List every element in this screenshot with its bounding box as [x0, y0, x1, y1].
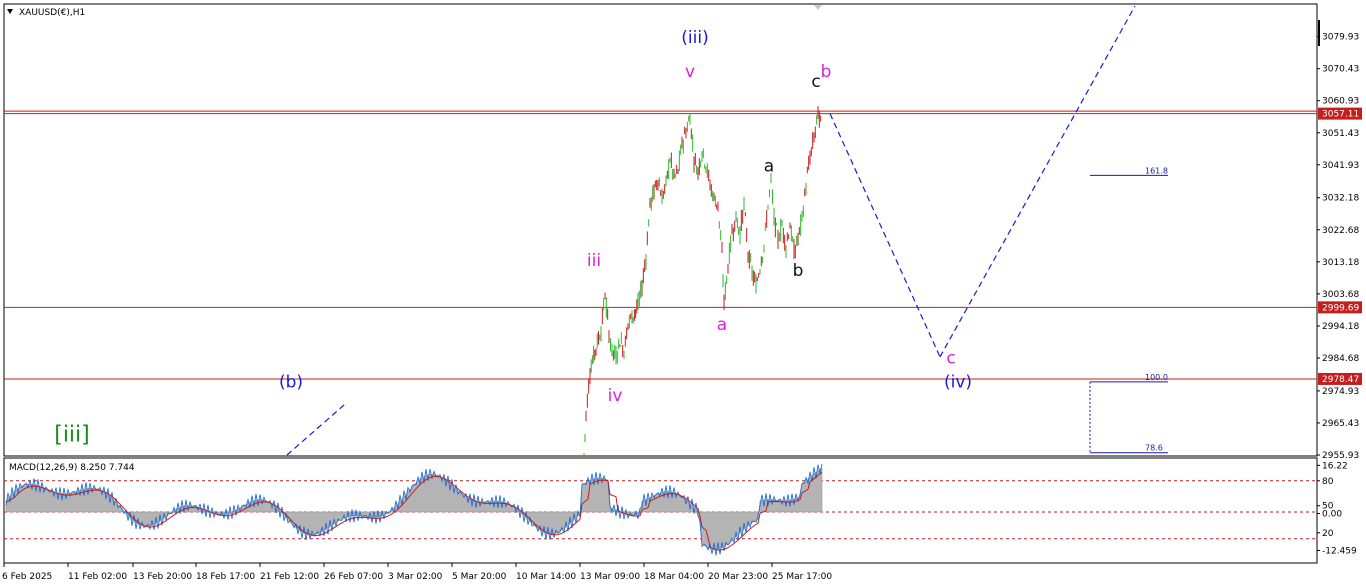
price-level-label: 2978.47	[1322, 375, 1359, 385]
fib-level-label: 161.8	[1145, 166, 1168, 175]
wave-label: (iii)	[681, 28, 708, 48]
price-level-label: 3057.11	[1322, 110, 1359, 120]
time-tick-label: 5 Mar 20:00	[452, 572, 507, 582]
wave-label: c	[946, 349, 955, 369]
wave-label: iii	[587, 251, 601, 271]
macd-tick-label: 20	[1322, 529, 1334, 539]
time-tick-label: 13 Mar 09:00	[580, 572, 640, 582]
macd-tick-label: 16.22	[1322, 461, 1348, 471]
price-tick-label: 3070.43	[1322, 65, 1359, 75]
time-tick-label: 26 Feb 07:00	[324, 572, 383, 582]
time-tick-label: 21 Feb 12:00	[260, 572, 319, 582]
wave-label: c	[811, 72, 820, 92]
price-tick-label: 3079.93	[1322, 33, 1359, 43]
time-tick-label: 10 Mar 14:00	[516, 572, 576, 582]
fib-level-label: 78.6	[1145, 444, 1163, 453]
time-tick-label: 18 Feb 17:00	[196, 572, 255, 582]
price-tick-label: 2955.93	[1322, 451, 1359, 461]
wave-label: iv	[608, 386, 623, 406]
chart-canvas[interactable]: 3057.11 2999.69 2978.47 161.8 100.0 78.6 (ii…	[0, 0, 1366, 588]
macd-tick-label: -12.459	[1322, 546, 1357, 556]
symbol-title: XAUUSD(€),H1	[19, 8, 85, 18]
time-tick-label: 11 Feb 02:00	[68, 572, 127, 582]
time-tick-label: 20 Mar 23:00	[708, 572, 768, 582]
wave-label: b	[793, 261, 804, 281]
price-tick-label: 3013.18	[1322, 258, 1359, 268]
wave-label: v	[685, 62, 695, 82]
price-tick-label: 3003.68	[1322, 290, 1359, 300]
wave-label: (iv)	[944, 372, 972, 392]
price-tick-label: 2994.18	[1322, 322, 1359, 332]
price-tick-label: 2984.68	[1322, 354, 1359, 364]
time-tick-label: 25 Mar 17:00	[772, 572, 832, 582]
price-tick-label: 3032.18	[1322, 194, 1359, 204]
wave-label: a	[717, 315, 727, 335]
wave-label: a	[764, 156, 774, 176]
wave-label: b	[821, 62, 832, 82]
time-tick-label: 3 Mar 02:00	[388, 572, 443, 582]
macd-tick-label: 80	[1322, 477, 1334, 487]
price-level-label: 2999.69	[1322, 303, 1359, 313]
price-tick-label: 3060.93	[1322, 97, 1359, 107]
time-tick-label: 13 Feb 20:00	[133, 572, 192, 582]
scale-marker-icon	[1318, 20, 1320, 46]
price-tick-label: 3041.93	[1322, 161, 1359, 171]
price-tick-label: 3051.43	[1322, 129, 1359, 139]
price-tick-label: 2974.93	[1322, 387, 1359, 397]
time-tick-label: 18 Mar 04:00	[644, 572, 704, 582]
fib-level-label: 100.0	[1145, 373, 1168, 382]
macd-title: MACD(12,26,9) 8.250 7.744	[9, 463, 135, 473]
wave-label: (b)	[279, 372, 303, 392]
wave-label: [iii]	[54, 422, 90, 447]
macd-tick-label: 0.00	[1322, 509, 1342, 519]
time-tick-label: 6 Feb 2025	[2, 572, 52, 582]
price-tick-label: 3022.68	[1322, 226, 1359, 236]
price-tick-label: 2965.43	[1322, 419, 1359, 429]
price-pane-frame	[3, 3, 1318, 457]
